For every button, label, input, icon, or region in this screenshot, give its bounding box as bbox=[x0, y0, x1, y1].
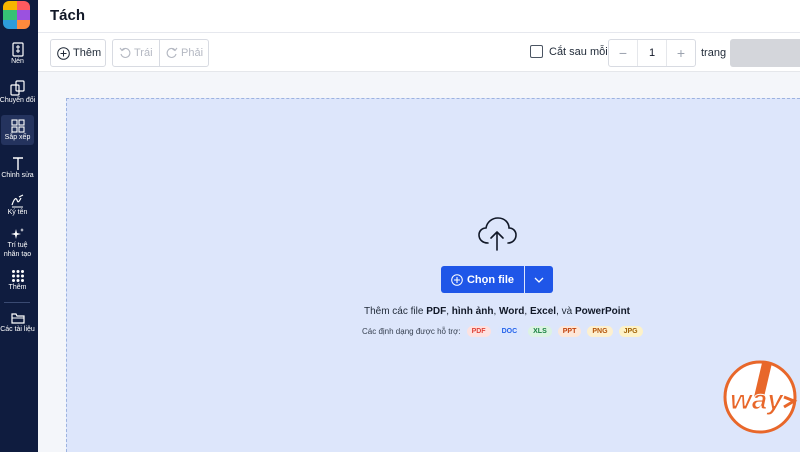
app-logo[interactable] bbox=[3, 1, 30, 29]
sidebar-item-organize[interactable]: Sắp xếp bbox=[1, 115, 34, 145]
rotate-left-button[interactable]: Trái bbox=[112, 39, 160, 67]
sep: , và bbox=[556, 306, 575, 317]
add-text-prefix: Thêm các file bbox=[363, 306, 427, 317]
ai-sparkle-icon bbox=[10, 228, 24, 239]
more-grid-icon bbox=[11, 270, 24, 282]
sidebar-item-label: Thêm bbox=[8, 284, 27, 291]
formats-label: Các định dạng được hỗ trợ: bbox=[362, 327, 461, 336]
chevron-down-icon bbox=[534, 277, 544, 283]
format-badge-pdf: PDF bbox=[466, 326, 491, 337]
sidebar: Nén Chuyển đổi Sắp xếp Chỉnh sửa Ký tên … bbox=[0, 0, 38, 452]
pages-value[interactable]: 1 bbox=[637, 40, 667, 66]
type-pdf: PDF bbox=[426, 306, 447, 317]
split-after-label: Cắt sau mỗi bbox=[549, 45, 608, 58]
increment-button[interactable]: + bbox=[667, 40, 695, 66]
sidebar-item-label-line2: nhân tạo bbox=[3, 251, 32, 258]
svg-text:way: way bbox=[730, 384, 784, 415]
split-action-button[interactable] bbox=[730, 39, 800, 67]
signature-icon bbox=[11, 194, 24, 208]
pages-unit-label: trang bbox=[701, 47, 727, 59]
plus-circle-icon bbox=[451, 273, 463, 286]
decrement-button[interactable]: − bbox=[609, 40, 637, 66]
sidebar-item-label: Ký tên bbox=[7, 209, 28, 216]
sidebar-item-more[interactable]: Thêm bbox=[1, 269, 34, 292]
type-images: hình ảnh bbox=[451, 306, 494, 317]
pages-stepper[interactable]: − 1 + bbox=[608, 39, 696, 67]
sidebar-item-label: Chuyển đổi bbox=[0, 97, 36, 104]
organize-grid-icon bbox=[10, 119, 25, 133]
sidebar-item-documents[interactable]: Các tài liệu bbox=[0, 312, 35, 334]
format-badge-doc: DOC bbox=[496, 326, 523, 337]
plus-circle-icon bbox=[57, 46, 70, 60]
type-word: Word bbox=[499, 306, 525, 317]
supported-formats: Các định dạng được hỗ trợ: PDF DOC XLS P… bbox=[362, 326, 643, 337]
sidebar-item-label: Các tài liệu bbox=[0, 326, 35, 333]
sidebar-divider bbox=[4, 302, 30, 303]
watermark-logo: way bbox=[723, 360, 798, 434]
sidebar-item-edit[interactable]: Chỉnh sửa bbox=[1, 156, 34, 180]
rotate-right-button[interactable]: Phải bbox=[159, 39, 209, 67]
compress-icon bbox=[11, 42, 24, 57]
sidebar-item-convert[interactable]: Chuyển đổi bbox=[0, 80, 36, 105]
page-title: Tách bbox=[50, 7, 86, 24]
cloud-upload-icon bbox=[478, 217, 517, 251]
choose-file-button[interactable]: Chọn file bbox=[441, 266, 524, 293]
file-dropzone[interactable] bbox=[66, 98, 800, 452]
rotate-left-label: Trái bbox=[134, 47, 153, 59]
sidebar-item-ai[interactable]: Trí tuệ nhân tạo bbox=[1, 227, 34, 259]
add-file-button[interactable]: Thêm bbox=[50, 39, 106, 67]
format-badge-ppt: PPT bbox=[557, 326, 582, 337]
type-excel: Excel bbox=[529, 306, 557, 317]
type-powerpoint: PowerPoint bbox=[575, 306, 631, 317]
choose-source-dropdown[interactable] bbox=[525, 266, 553, 293]
format-badge-xls: XLS bbox=[528, 326, 552, 337]
rotate-left-icon bbox=[119, 47, 131, 58]
sidebar-item-label: Nén bbox=[11, 58, 24, 65]
sidebar-item-label: Chỉnh sửa bbox=[1, 172, 34, 179]
split-after-checkbox[interactable] bbox=[530, 45, 543, 58]
toolbar: Thêm Trái Phải Cắt sau mỗi − 1 + trang bbox=[38, 34, 800, 72]
format-badge-jpg: JPG bbox=[618, 326, 643, 337]
sidebar-item-sign[interactable]: Ký tên bbox=[1, 194, 34, 217]
convert-icon bbox=[10, 80, 25, 96]
supported-types-text: Thêm các file PDF, hình ảnh, Word, Excel… bbox=[300, 306, 694, 317]
sidebar-item-label: Trí tuệ bbox=[7, 242, 28, 249]
choose-file-label: Chọn file bbox=[466, 273, 515, 286]
format-badge-png: PNG bbox=[587, 326, 613, 337]
page-header: Tách bbox=[38, 0, 800, 33]
sidebar-item-compress[interactable]: Nén bbox=[1, 42, 34, 66]
rotate-right-label: Phải bbox=[181, 47, 204, 59]
add-file-label: Thêm bbox=[73, 47, 102, 59]
text-edit-icon bbox=[12, 157, 23, 170]
folder-icon bbox=[10, 313, 25, 324]
split-after-option[interactable]: Cắt sau mỗi bbox=[530, 45, 608, 58]
sidebar-item-label: Sắp xếp bbox=[4, 134, 31, 141]
rotate-right-icon bbox=[166, 47, 178, 58]
